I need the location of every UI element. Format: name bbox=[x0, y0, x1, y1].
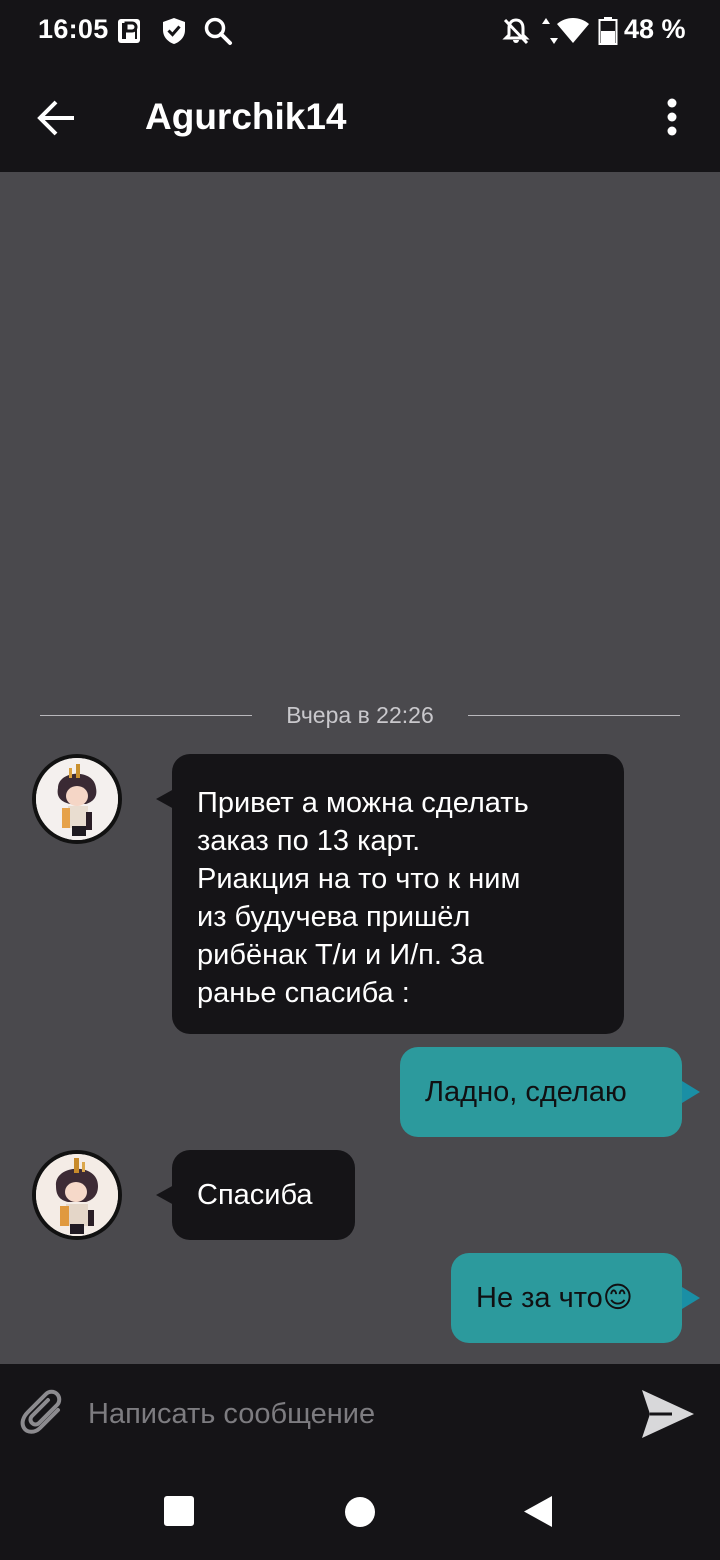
more-vertical-icon bbox=[667, 98, 677, 136]
wifi-icon bbox=[557, 18, 589, 43]
outgoing-message-bubble[interactable]: Не за что😊 bbox=[451, 1253, 682, 1343]
send-icon bbox=[642, 1390, 694, 1438]
divider-right bbox=[468, 715, 680, 716]
message-text: Привет а можна сделать заказ по 13 карт.… bbox=[197, 787, 529, 1009]
attach-button[interactable] bbox=[18, 1388, 70, 1440]
bubble-tail bbox=[682, 1081, 700, 1103]
status-bar: 16:05 48 % bbox=[0, 0, 720, 64]
message-text: Спасиба bbox=[197, 1179, 313, 1211]
notifications-off-icon bbox=[502, 18, 530, 45]
search-icon bbox=[204, 17, 232, 45]
message-list[interactable]: Вчера в 22:26 Привет а можна сделать зак… bbox=[0, 172, 720, 1364]
avatar[interactable] bbox=[32, 1150, 122, 1240]
bubble-tail bbox=[682, 1287, 700, 1309]
home-circle-icon bbox=[345, 1497, 375, 1527]
shield-icon bbox=[163, 18, 185, 44]
app-bar: Agurchik14 bbox=[0, 64, 720, 172]
message-input[interactable] bbox=[88, 1390, 608, 1438]
arrow-left-icon bbox=[37, 100, 74, 136]
battery-percent: 48 % bbox=[624, 14, 686, 44]
avatar-image bbox=[36, 758, 118, 840]
message-composer bbox=[0, 1364, 720, 1464]
back-button[interactable] bbox=[32, 94, 80, 142]
battery-icon bbox=[598, 17, 618, 45]
incoming-message-bubble[interactable]: Привет а можна сделать заказ по 13 карт.… bbox=[172, 754, 624, 1034]
incoming-message-bubble[interactable]: Спасиба bbox=[172, 1150, 355, 1240]
back-triangle-icon bbox=[524, 1496, 552, 1527]
message-text: Ладно, сделаю bbox=[425, 1076, 627, 1108]
recents-button[interactable] bbox=[162, 1494, 198, 1530]
system-nav-bar bbox=[0, 1464, 720, 1560]
date-separator: Вчера в 22:26 bbox=[40, 702, 680, 732]
nav-back-button[interactable] bbox=[520, 1494, 556, 1530]
message-text: Не за что😊 bbox=[476, 1282, 634, 1314]
recents-square-icon bbox=[164, 1496, 194, 1526]
paperclip-icon bbox=[20, 1389, 62, 1434]
avatar[interactable] bbox=[32, 754, 122, 844]
parking-icon bbox=[118, 19, 140, 43]
outgoing-message-bubble[interactable]: Ладно, сделаю bbox=[400, 1047, 682, 1137]
send-button[interactable] bbox=[638, 1386, 698, 1442]
chat-title: Agurchik14 bbox=[145, 96, 347, 137]
more-options-button[interactable] bbox=[652, 94, 692, 142]
avatar-image bbox=[36, 1154, 118, 1236]
home-button[interactable] bbox=[342, 1494, 378, 1530]
status-time: 16:05 bbox=[38, 14, 109, 44]
